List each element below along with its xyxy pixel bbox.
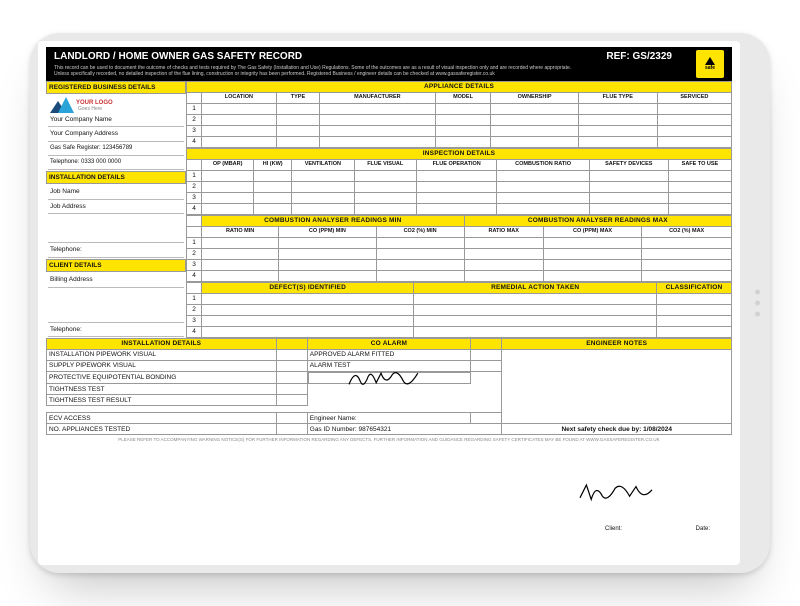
billing-address: Billing Address: [48, 273, 184, 287]
doc-header: LANDLORD / HOME OWNER GAS SAFETY RECORD …: [46, 47, 732, 81]
gas-safe-logo: safe: [696, 50, 724, 78]
engineer-notes-section: ENGINEER NOTES: [502, 338, 732, 349]
company-name: Your Company Name: [48, 113, 184, 127]
install-details-section: INSTALLATION DETAILS: [47, 338, 277, 349]
telephone-2: Telephone:: [48, 243, 184, 257]
footer-text: PLEASE REFER TO ACCOMPANYING WARNING NOT…: [46, 435, 732, 442]
gas-id-number: Gas ID Number: 987654321: [307, 424, 502, 435]
document-screen: LANDLORD / HOME OWNER GAS SAFETY RECORD …: [38, 41, 740, 565]
reg-business-header: REGISTERED BUSINESS DETAILS: [46, 81, 186, 94]
engineer-notes-field[interactable]: [502, 349, 732, 424]
appliance-table: APPLIANCE DETAILS LOCATION TYPE MANUFACT…: [186, 81, 732, 148]
doc-title: LANDLORD / HOME OWNER GAS SAFETY RECORD: [54, 51, 574, 63]
job-address: Job Address: [48, 200, 184, 214]
appliance-section: APPLIANCE DETAILS: [187, 81, 732, 92]
company-logo: YOUR LOGO Goes Here: [48, 95, 184, 113]
doc-ref: REF: GS/2329: [606, 51, 672, 63]
next-check-due: Next safety check due by: 1/08/2024: [502, 424, 732, 435]
telephone-1: Telephone: 0333 000 0000: [48, 156, 184, 170]
telephone-3: Telephone:: [48, 323, 184, 337]
client-label: Client:: [605, 526, 622, 533]
doc-subtext: This record can be used to document the …: [54, 65, 574, 77]
gas-safe-register: Gas Safe Register: 123456789: [48, 142, 184, 156]
engineer-name-label: Engineer Name:: [307, 413, 470, 424]
job-name: Job Name: [48, 185, 184, 199]
install-details-header: INSTALLATION DETAILS: [46, 171, 186, 184]
tablet-frame: LANDLORD / HOME OWNER GAS SAFETY RECORD …: [30, 33, 770, 573]
co-alarm-section: CO ALARM: [307, 338, 470, 349]
company-address: Your Company Address: [48, 127, 184, 141]
engineer-signature: [308, 372, 471, 384]
right-column: APPLIANCE DETAILS LOCATION TYPE MANUFACT…: [186, 81, 732, 338]
client-signature: [540, 473, 700, 513]
inspection-section: INSPECTION DETAILS: [187, 148, 732, 159]
inspection-table: INSPECTION DETAILS OP (MBAR) HI (KW) VEN…: [186, 148, 732, 215]
client-details-header: CLIENT DETAILS: [46, 259, 186, 272]
bottom-section: INSTALLATION DETAILS CO ALARM ENGINEER N…: [46, 338, 732, 436]
analyser-table: COMBUSTION ANALYSER READINGS MIN COMBUST…: [186, 215, 732, 282]
left-column: REGISTERED BUSINESS DETAILS YOUR LOGO Go…: [46, 81, 186, 338]
date-label: Date:: [696, 526, 710, 533]
defects-table: DEFECT(S) IDENTIFIED REMEDIAL ACTION TAK…: [186, 282, 732, 338]
